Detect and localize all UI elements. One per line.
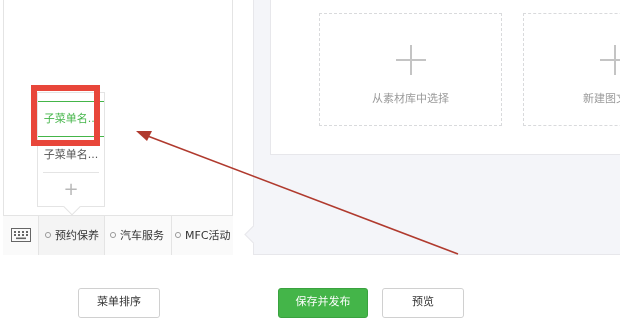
plus-icon [395, 45, 426, 75]
add-submenu-button[interactable]: + [38, 177, 104, 203]
preview-button[interactable]: 预览 [382, 288, 464, 318]
menu-dot-icon [110, 232, 116, 238]
card-label: 新建图文消 [583, 92, 620, 105]
new-article-card[interactable]: 新建图文消 [523, 13, 620, 126]
plus-icon [600, 45, 620, 75]
card-label: 从素材库中选择 [372, 92, 449, 105]
keyboard-icon [11, 228, 31, 242]
menu-item-label: 汽车服务 [120, 229, 164, 242]
menu-item-label: 预约保养 [55, 229, 99, 242]
menu-dot-icon [45, 232, 51, 238]
save-publish-button[interactable]: 保存并发布 [278, 288, 368, 318]
menu-sort-button[interactable]: 菜单排序 [78, 288, 160, 318]
menu-item-label: MFC活动 [185, 229, 231, 242]
menu-item-3[interactable]: MFC活动 [172, 216, 233, 255]
keyboard-toggle[interactable] [3, 216, 39, 255]
menu-dot-icon [175, 232, 181, 238]
menu-bar: 预约保养 汽车服务 MFC活动 [3, 215, 233, 255]
highlight-box [31, 85, 100, 146]
select-from-library-card[interactable]: 从素材库中选择 [319, 13, 502, 126]
submenu-divider [43, 172, 99, 173]
menu-item-1[interactable]: 预约保养 [39, 216, 105, 255]
content-panel: 从素材库中选择 新建图文消 [253, 0, 620, 255]
content-inner: 从素材库中选择 新建图文消 [270, 0, 620, 155]
menu-item-2[interactable]: 汽车服务 [105, 216, 172, 255]
